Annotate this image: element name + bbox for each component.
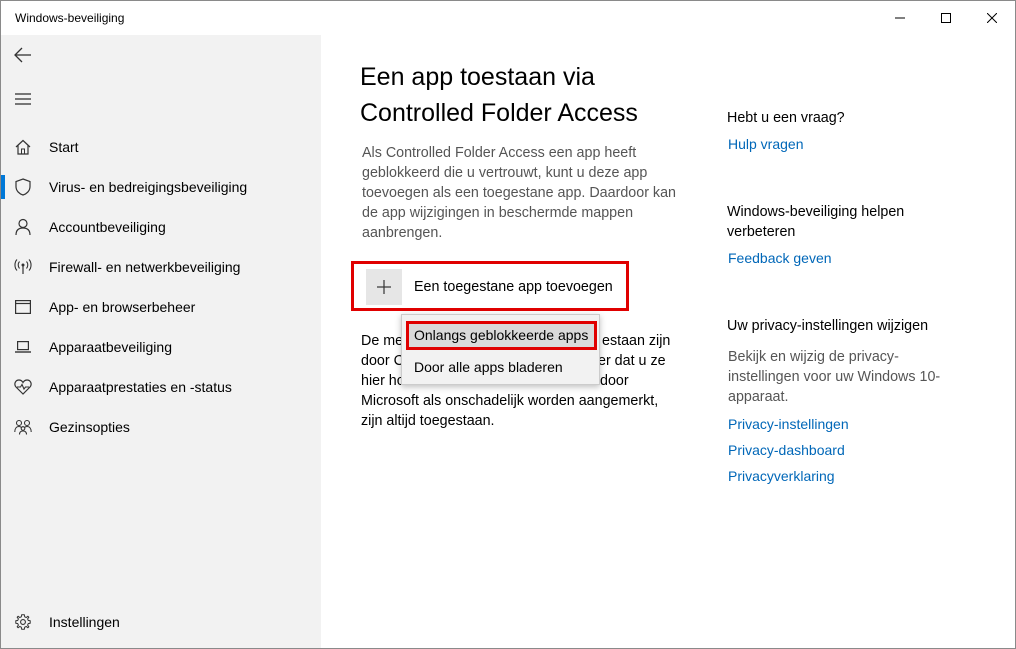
hamburger-menu-button[interactable] bbox=[9, 85, 37, 113]
selection-indicator bbox=[1, 175, 5, 199]
person-icon bbox=[13, 217, 33, 237]
sidebar-item-firewall[interactable]: Firewall- en netwerkbeveiliging bbox=[1, 247, 321, 287]
home-icon bbox=[13, 137, 33, 157]
menu-item-label: Door alle apps bladeren bbox=[414, 359, 563, 375]
add-allowed-app-button[interactable]: Een toegestane app toevoegen bbox=[366, 269, 624, 305]
sidebar-item-label: Apparaatbeveiliging bbox=[49, 339, 172, 355]
info-line-2-end: er dat u ze bbox=[598, 353, 666, 369]
menu-item-browse-all-apps[interactable]: Door alle apps bladeren bbox=[402, 352, 599, 382]
privacy-statement-link[interactable]: Privacyverklaring bbox=[728, 468, 835, 484]
sidebar: Start Virus- en bedreigingsbeveiliging A… bbox=[1, 35, 321, 648]
app-window-icon bbox=[13, 297, 33, 317]
sidebar-item-label: Start bbox=[49, 139, 79, 155]
help-link[interactable]: Hulp vragen bbox=[728, 136, 804, 152]
plus-icon bbox=[366, 269, 402, 305]
sidebar-item-device-security[interactable]: Apparaatbeveiliging bbox=[1, 327, 321, 367]
info-line-2-start: door C bbox=[361, 353, 404, 369]
sidebar-item-label: Apparaatprestaties en -status bbox=[49, 379, 232, 395]
privacy-description: Bekijk en wijzig de privacy-instellingen… bbox=[728, 349, 941, 405]
shield-icon bbox=[13, 177, 33, 197]
app-window: Windows-beveiliging Start Virus- en bedr… bbox=[0, 0, 1016, 649]
sidebar-item-account[interactable]: Accountbeveiliging bbox=[1, 207, 321, 247]
window-title: Windows-beveiliging bbox=[15, 11, 125, 25]
info-line-1-end: estaan zijn bbox=[602, 333, 671, 349]
privacy-heading: Uw privacy-instellingen wijzigen bbox=[727, 318, 929, 334]
wireless-icon bbox=[13, 257, 33, 277]
menu-item-recently-blocked-apps[interactable]: Onlangs geblokkeerde apps bbox=[402, 320, 599, 350]
hamburger-icon bbox=[15, 93, 31, 105]
minimize-button[interactable] bbox=[877, 1, 923, 35]
info-line-1-start: De me bbox=[361, 333, 404, 349]
privacy-dashboard-link[interactable]: Privacy-dashboard bbox=[728, 442, 845, 458]
maximize-button[interactable] bbox=[923, 1, 969, 35]
close-icon bbox=[987, 13, 997, 23]
info-line-5: zijn altijd toegestaan. bbox=[361, 413, 495, 429]
info-line-3-end: door bbox=[600, 373, 629, 389]
minimize-icon bbox=[895, 17, 905, 19]
gear-icon bbox=[13, 612, 33, 632]
improve-heading: Windows-beveiliging helpen verbeteren bbox=[727, 204, 905, 240]
sidebar-item-label: App- en browserbeheer bbox=[49, 299, 196, 315]
question-heading: Hebt u een vraag? bbox=[727, 110, 845, 126]
sidebar-item-settings[interactable]: Instellingen bbox=[1, 602, 321, 642]
info-line-3-start: hier ho bbox=[361, 373, 405, 389]
maximize-icon bbox=[941, 13, 951, 23]
sidebar-item-family[interactable]: Gezinsopties bbox=[1, 407, 321, 447]
close-button[interactable] bbox=[969, 1, 1015, 35]
page-description: Als Controlled Folder Access een app hee… bbox=[362, 145, 676, 241]
sidebar-item-label: Firewall- en netwerkbeveiliging bbox=[49, 259, 241, 275]
sidebar-item-label: Instellingen bbox=[49, 614, 120, 630]
title-bar: Windows-beveiliging bbox=[1, 1, 1015, 35]
back-arrow-icon bbox=[14, 47, 31, 63]
laptop-icon bbox=[13, 337, 33, 357]
heart-pulse-icon bbox=[13, 377, 33, 397]
sidebar-item-app-browser[interactable]: App- en browserbeheer bbox=[1, 287, 321, 327]
sidebar-item-device-performance[interactable]: Apparaatprestaties en -status bbox=[1, 367, 321, 407]
privacy-settings-link[interactable]: Privacy-instellingen bbox=[728, 416, 849, 432]
add-app-flyout-menu: Onlangs geblokkeerde apps Door alle apps… bbox=[401, 314, 600, 385]
back-button[interactable] bbox=[9, 41, 37, 69]
sidebar-item-virus-protection[interactable]: Virus- en bedreigingsbeveiliging bbox=[1, 167, 321, 207]
add-allowed-app-label: Een toegestane app toevoegen bbox=[414, 279, 613, 295]
sidebar-item-label: Accountbeveiliging bbox=[49, 219, 166, 235]
info-line-4: Microsoft als onschadelijk worden aangem… bbox=[361, 393, 659, 409]
sidebar-item-start[interactable]: Start bbox=[1, 127, 321, 167]
page-title: Een app toestaan via Controlled Folder A… bbox=[360, 63, 638, 127]
family-icon bbox=[13, 417, 33, 437]
sidebar-item-label: Virus- en bedreigingsbeveiliging bbox=[49, 179, 248, 195]
feedback-link[interactable]: Feedback geven bbox=[728, 250, 832, 266]
menu-item-label: Onlangs geblokkeerde apps bbox=[414, 327, 589, 343]
sidebar-item-label: Gezinsopties bbox=[49, 419, 130, 435]
